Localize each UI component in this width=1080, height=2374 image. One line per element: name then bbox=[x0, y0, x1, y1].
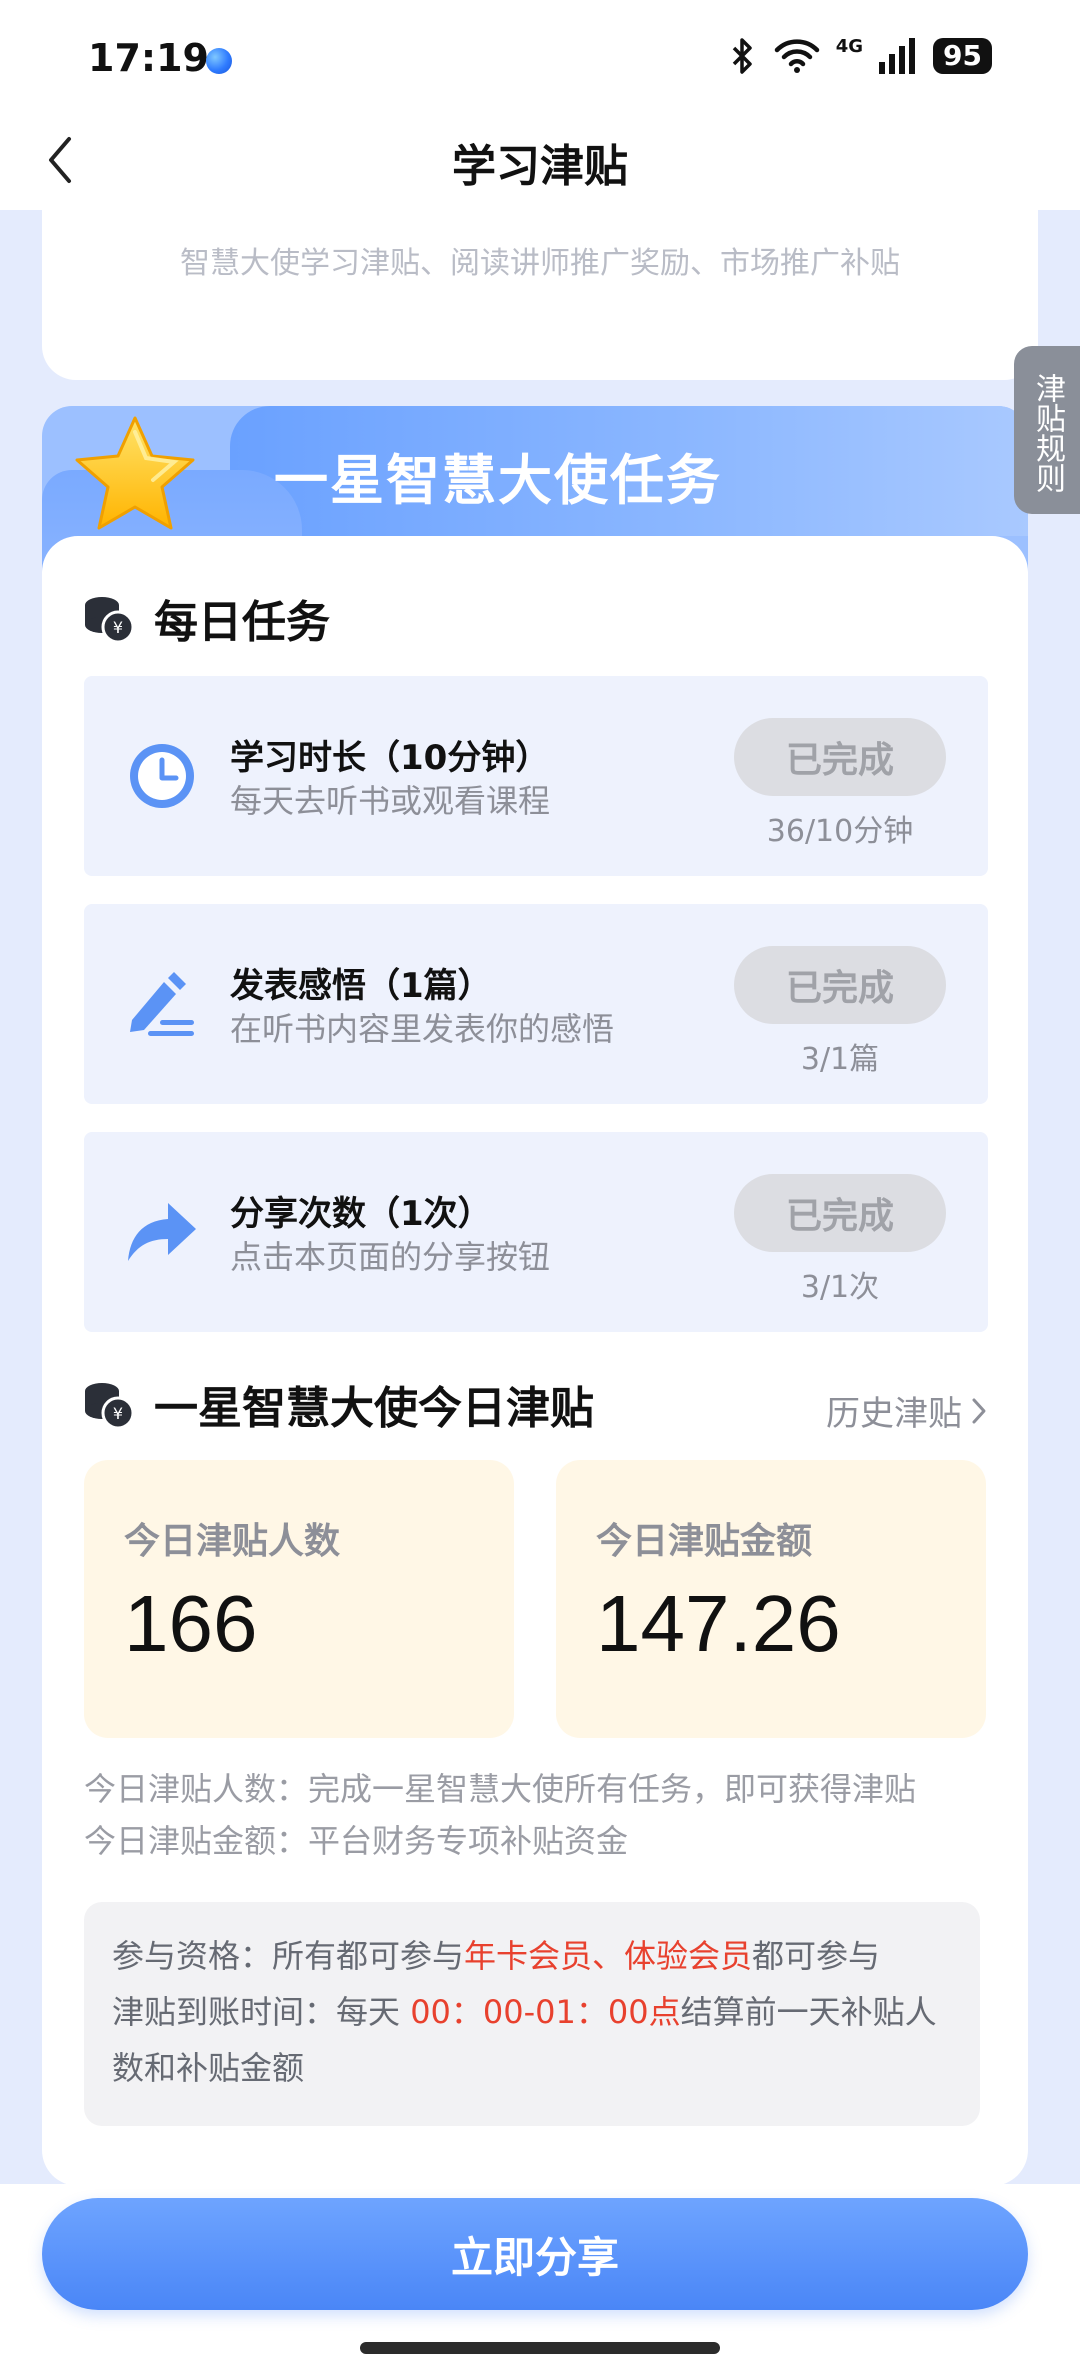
star-icon bbox=[75, 416, 195, 530]
signal-icon bbox=[879, 38, 916, 74]
allowance-heading: ¥ 一星智慧大使今日津贴 bbox=[82, 1372, 594, 1436]
task-desc: 点击本页面的分享按钮 bbox=[230, 1238, 551, 1276]
banner-title: 一星智慧大使任务 bbox=[274, 449, 722, 512]
task-item-share-count: 分享次数（1次） 点击本页面的分享按钮 已完成 3/1次 bbox=[84, 1132, 988, 1332]
task-desc: 每天去听书或观看课程 bbox=[230, 782, 551, 820]
clock-icon bbox=[122, 736, 202, 816]
network-type: 4G bbox=[835, 35, 864, 57]
daily-tasks-title: 每日任务 bbox=[154, 597, 330, 648]
arrival-text: 津贴到账时间：每天 bbox=[112, 1993, 411, 2031]
arrival-time-highlight: 00：00-01：00点 bbox=[410, 1993, 681, 2031]
share-now-button[interactable]: 立即分享 bbox=[42, 2198, 1028, 2310]
eligibility-info-box: 参与资格：所有都可参与年卡会员、体验会员都可参与 津贴到账时间：每天 00：00… bbox=[84, 1902, 980, 2126]
arrival-time-line: 津贴到账时间：每天 00：00-01：00点结算前一天补贴人数和补贴金额 bbox=[112, 1984, 952, 2096]
task-progress: 36/10分钟 bbox=[766, 814, 914, 849]
history-allowance-label: 历史津贴 bbox=[826, 1394, 962, 1434]
app-notification-icon bbox=[206, 48, 232, 74]
task-desc: 在听书内容里发表你的感悟 bbox=[230, 1010, 615, 1048]
task-name: 学习时长（10分钟） bbox=[230, 738, 550, 778]
share-arrow-icon bbox=[122, 1192, 202, 1272]
page: 17:19 4G 95 学习津贴 智慧大使学习津贴、阅读讲师推广奖励、市场推广补… bbox=[0, 0, 1080, 2374]
daily-tasks-heading: ¥ 每日任务 bbox=[82, 586, 330, 650]
task-name: 分享次数（1次） bbox=[230, 1194, 492, 1234]
allowance-title: 一星智慧大使今日津贴 bbox=[154, 1383, 594, 1434]
count-note: 今日津贴人数：完成一星智慧大使所有任务，即可获得津贴 bbox=[84, 1770, 917, 1808]
task-card: ¥ 每日任务 学习时长（10分钟） 每天去听书或观看课程 已完成 36/10分钟 bbox=[42, 536, 1028, 2186]
eligibility-text: 参与资格：所有都可参与 bbox=[112, 1937, 465, 1975]
svg-text:¥: ¥ bbox=[113, 618, 123, 637]
task-completed-button[interactable]: 已完成 bbox=[734, 1174, 946, 1252]
task-progress: 3/1篇 bbox=[800, 1042, 880, 1077]
home-indicator[interactable] bbox=[360, 2342, 720, 2354]
coins-icon: ¥ bbox=[85, 597, 135, 644]
today-amount-value: 147.26 bbox=[596, 1579, 841, 1668]
amount-note: 今日津贴金额：平台财务专项补贴资金 bbox=[84, 1822, 629, 1860]
intro-subtitle: 智慧大使学习津贴、阅读讲师推广奖励、市场推广补贴 bbox=[180, 246, 900, 281]
wifi-icon bbox=[774, 39, 819, 73]
status-bar: 17:19 4G 95 bbox=[0, 0, 1080, 110]
today-amount-label: 今日津贴金额 bbox=[596, 1521, 813, 1562]
today-count-card: 今日津贴人数 166 bbox=[84, 1460, 514, 1738]
history-allowance-link[interactable]: 历史津贴 bbox=[826, 1386, 988, 1435]
chevron-right-icon bbox=[972, 1398, 986, 1423]
allowance-rules-tab[interactable]: 津贴规则 bbox=[1014, 346, 1080, 514]
task-item-study-time: 学习时长（10分钟） 每天去听书或观看课程 已完成 36/10分钟 bbox=[84, 676, 988, 876]
nav-header: 学习津贴 bbox=[0, 110, 1080, 210]
eligibility-suffix: 都可参与 bbox=[752, 1937, 881, 1975]
task-name: 发表感悟（1篇） bbox=[230, 966, 492, 1006]
bluetooth-icon bbox=[732, 38, 752, 74]
today-count-label: 今日津贴人数 bbox=[124, 1521, 341, 1562]
task-progress: 3/1次 bbox=[800, 1270, 880, 1305]
eligibility-line: 参与资格：所有都可参与年卡会员、体验会员都可参与 bbox=[112, 1928, 952, 1984]
status-time: 17:19 bbox=[88, 36, 209, 80]
eligibility-highlight: 年卡会员、体验会员 bbox=[464, 1937, 753, 1975]
pencil-icon bbox=[122, 964, 202, 1044]
task-item-post-insight: 发表感悟（1篇） 在听书内容里发表你的感悟 已完成 3/1篇 bbox=[84, 904, 988, 1104]
today-amount-card: 今日津贴金额 147.26 bbox=[556, 1460, 986, 1738]
battery-indicator: 95 bbox=[933, 38, 992, 74]
svg-text:¥: ¥ bbox=[113, 1404, 123, 1423]
page-title: 学习津贴 bbox=[452, 141, 628, 192]
intro-card: 智慧大使学习津贴、阅读讲师推广奖励、市场推广补贴 bbox=[42, 210, 1038, 380]
today-count-value: 166 bbox=[124, 1579, 258, 1668]
coins-icon: ¥ bbox=[85, 1383, 135, 1430]
task-completed-button[interactable]: 已完成 bbox=[734, 946, 946, 1024]
status-icons: 4G 95 bbox=[728, 36, 992, 76]
task-completed-button[interactable]: 已完成 bbox=[734, 718, 946, 796]
